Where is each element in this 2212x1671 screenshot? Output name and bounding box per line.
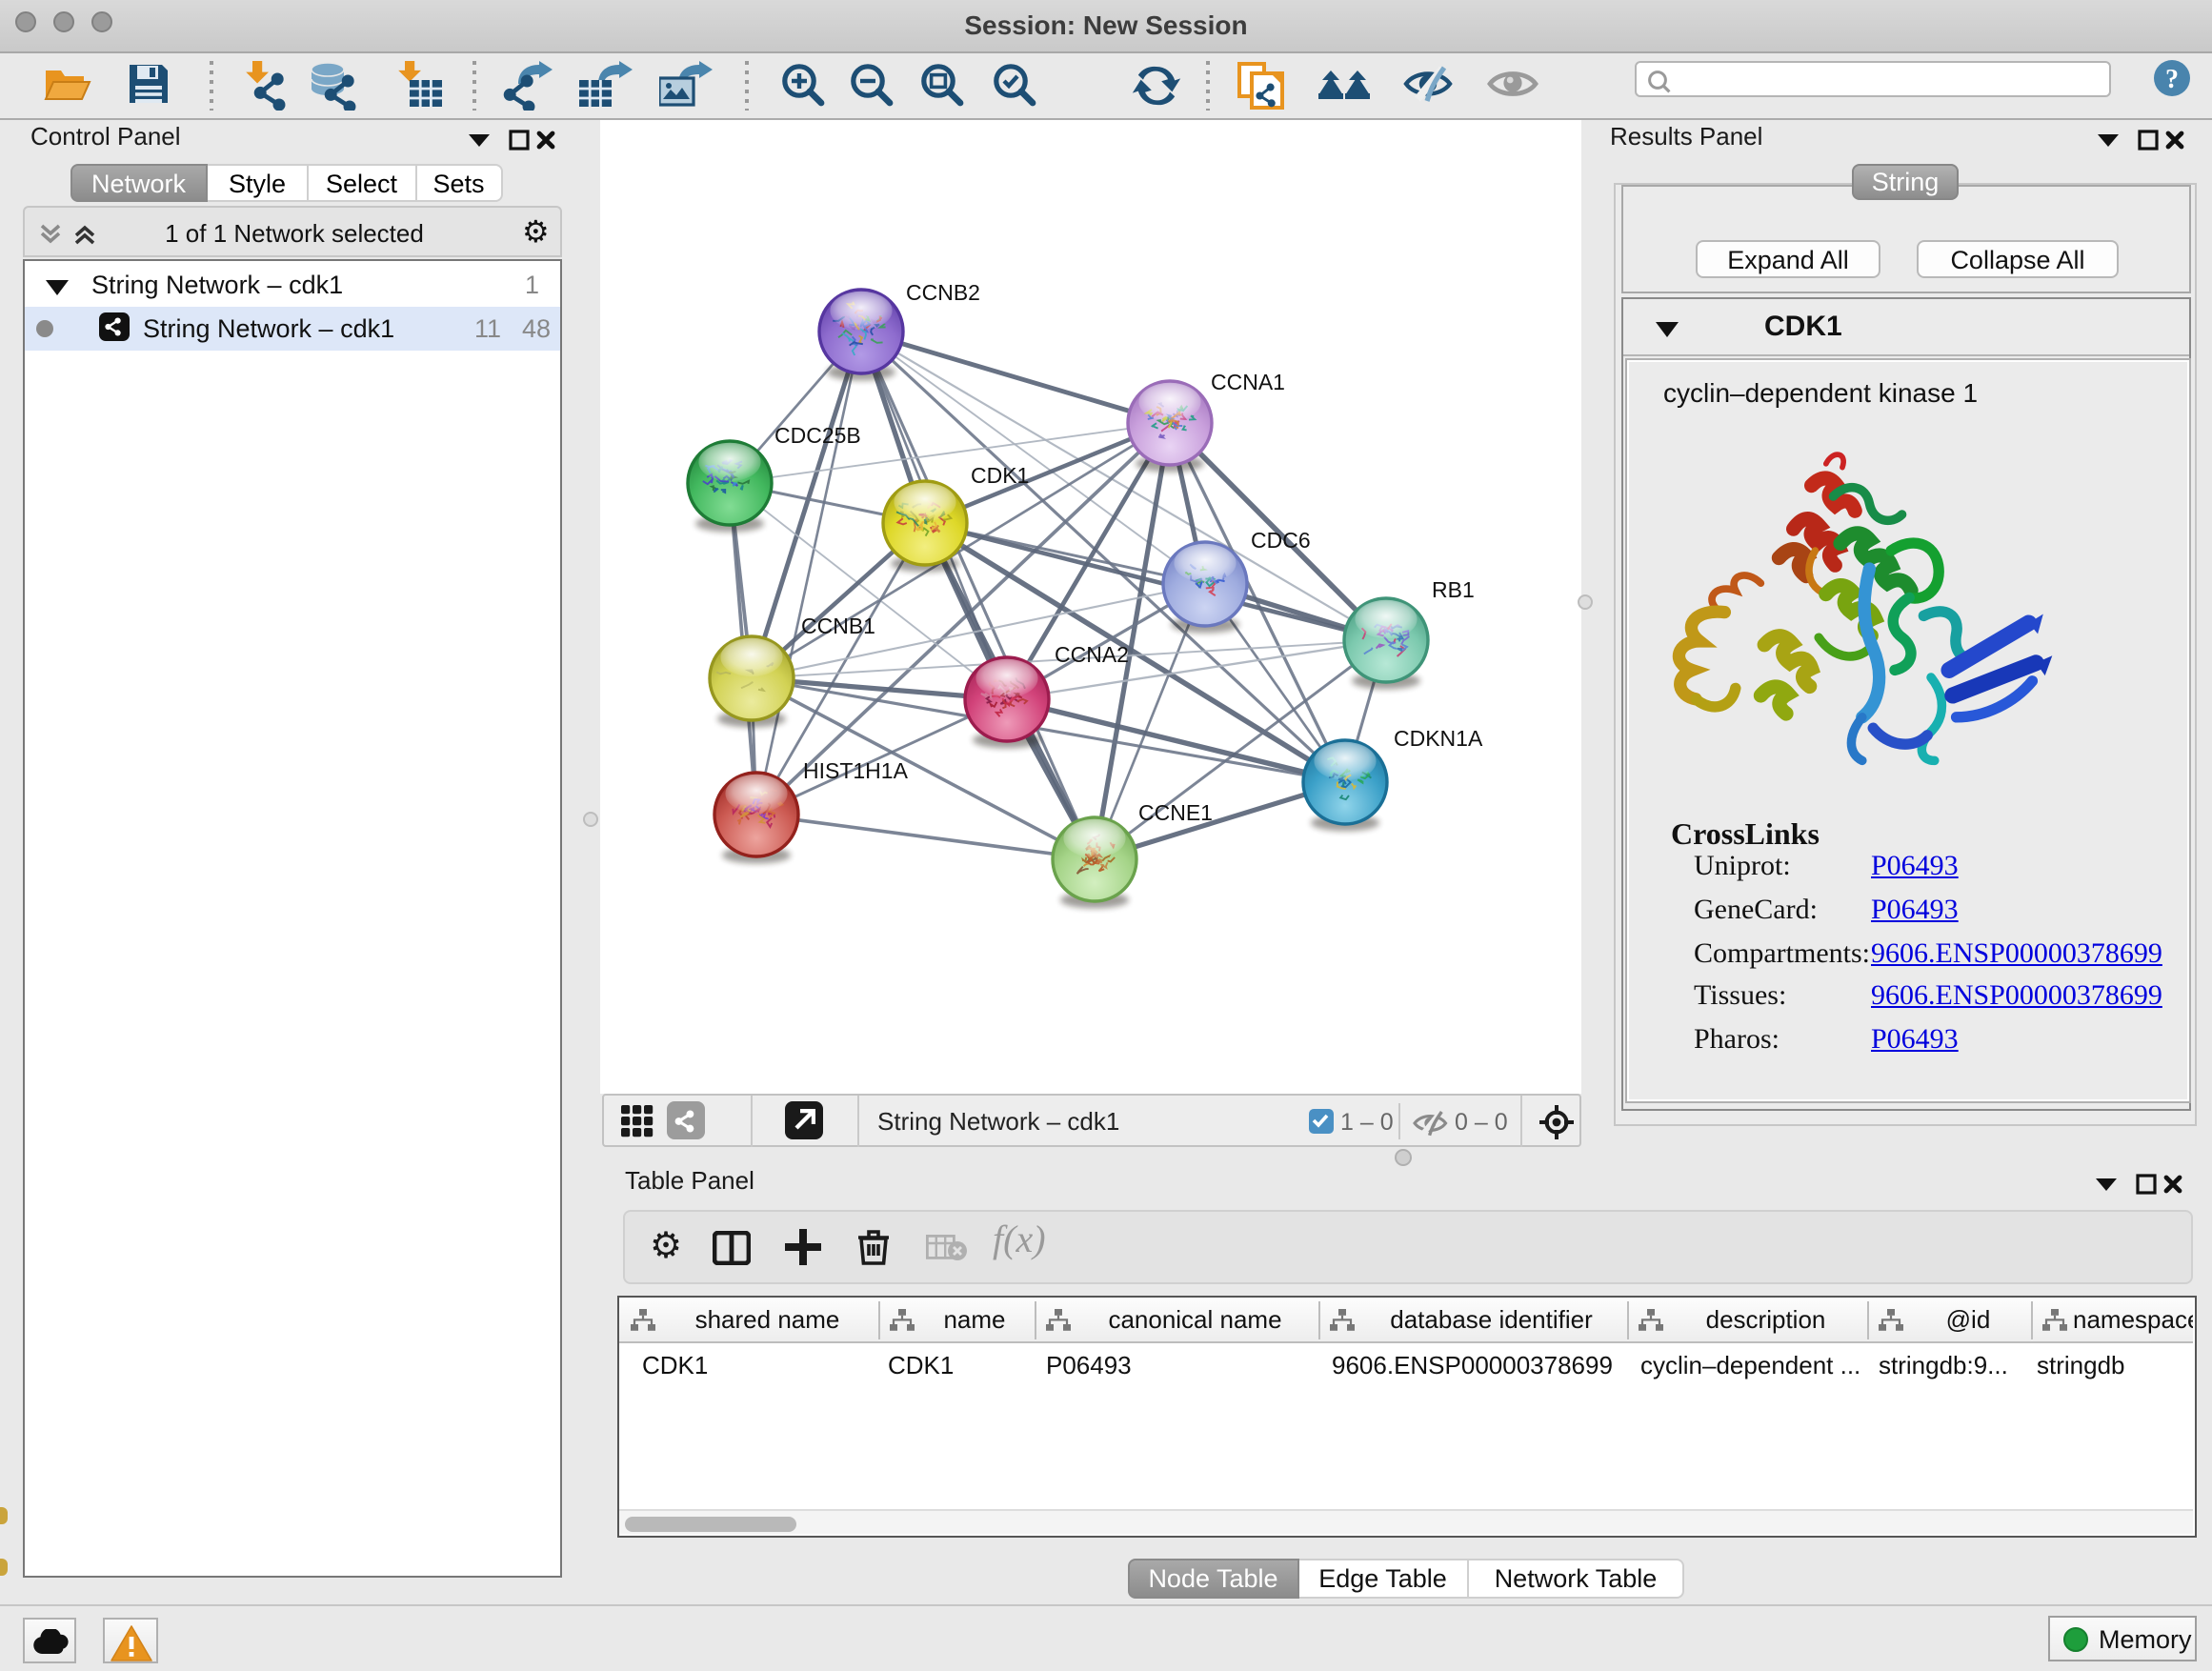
svg-text:CDK1: CDK1 <box>970 462 1028 487</box>
svg-text:CCNB1: CCNB1 <box>800 613 875 637</box>
svg-text:CCNA1: CCNA1 <box>1210 369 1284 393</box>
svg-text:?: ? <box>2165 65 2179 94</box>
svg-text:CDKN1A: CDKN1A <box>1393 725 1482 750</box>
svg-text:CCNE1: CCNE1 <box>1137 799 1212 824</box>
svg-text:HIST1H1A: HIST1H1A <box>802 757 908 782</box>
svg-text:CCNA2: CCNA2 <box>1054 641 1128 666</box>
svg-text:CDC6: CDC6 <box>1250 527 1310 552</box>
svg-text:CDC25B: CDC25B <box>774 422 860 447</box>
svg-text:CCNB2: CCNB2 <box>905 279 979 304</box>
svg-text:RB1: RB1 <box>1431 576 1474 601</box>
